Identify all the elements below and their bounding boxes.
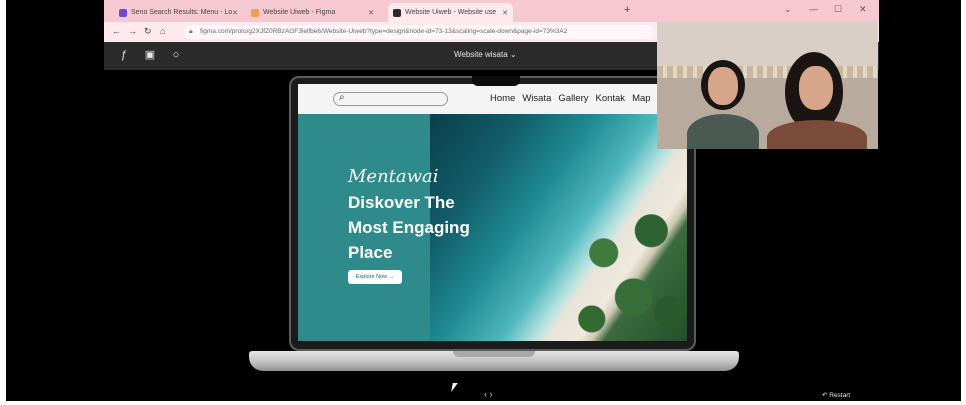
figma-favicon-icon	[251, 8, 259, 17]
tab-1[interactable]: Seno Search Results: Menu - Lo ✕	[114, 3, 239, 22]
home-icon[interactable]: ⌂	[160, 26, 165, 36]
headline-line: Most Engaging	[348, 218, 470, 237]
laptop-notch	[472, 76, 520, 86]
tab-2[interactable]: Website Uiweb - Figma ✕	[246, 3, 379, 22]
wall-decoration	[657, 66, 878, 78]
close-icon[interactable]: ✕	[232, 9, 238, 17]
minimize-icon[interactable]: —	[809, 4, 818, 14]
figma-logo-icon[interactable]: ƒ	[118, 49, 130, 61]
panel-toggle-icon[interactable]: ▣	[144, 49, 156, 61]
laptop-base-lip	[453, 351, 535, 357]
person-1-face	[708, 67, 738, 105]
maximize-icon[interactable]: ☐	[834, 4, 842, 15]
tab-label: Seno Search Results: Menu - Lo	[131, 9, 233, 16]
tab-label: Website Uiweb - Figma	[263, 9, 336, 16]
url-text: figma.com/proto/g2XJfZ0RBzAGF3lelfbe6/We…	[200, 28, 568, 35]
screen-share: Seno Search Results: Menu - Lo ✕ Website…	[6, 0, 961, 401]
script-title: Mentawai	[348, 166, 439, 187]
tab-label: Website Uiweb - Website use	[405, 9, 497, 16]
mouse-cursor-icon	[451, 383, 458, 392]
website-preview: ⌕ Home Wisata Gallery Kontak Map Mentawa…	[298, 84, 687, 341]
close-window-icon[interactable]: ✕	[859, 4, 867, 15]
prototype-pager[interactable]: ‹ ›	[484, 389, 493, 399]
address-bar[interactable]: 🔒︎ figma.com/proto/g2XJfZ0RBzAGF3lelfbe6…	[184, 25, 654, 39]
comment-icon[interactable]: ○	[170, 49, 182, 61]
nav-link-gallery[interactable]: Gallery	[558, 93, 588, 104]
person-2-body	[767, 120, 867, 149]
search-favicon-icon	[119, 8, 127, 17]
new-tab-button[interactable]: +	[624, 4, 630, 16]
forward-icon[interactable]: →	[128, 26, 137, 36]
palm-trees-image	[568, 194, 687, 341]
nav-link-map[interactable]: Map	[632, 93, 650, 104]
tab-search-icon[interactable]: ⌄	[784, 4, 792, 15]
nav-link-kontak[interactable]: Kontak	[595, 93, 625, 104]
restart-button[interactable]: ↶ Restart	[822, 391, 850, 399]
lock-icon: 🔒︎	[189, 28, 193, 35]
back-icon[interactable]: ←	[112, 26, 121, 36]
nav-link-wisata[interactable]: Wisata	[522, 93, 551, 104]
reload-icon[interactable]: ↻	[144, 26, 152, 37]
site-navbar: ⌕ Home Wisata Gallery Kontak Map	[298, 84, 687, 114]
browser-tab-bar: Seno Search Results: Menu - Lo ✕ Website…	[104, 0, 879, 22]
nav-link-home[interactable]: Home	[490, 93, 515, 104]
close-icon[interactable]: ✕	[368, 9, 374, 17]
figma-favicon-icon	[393, 8, 401, 17]
headline-line: Diskover The	[348, 193, 455, 212]
person-1-body	[687, 114, 759, 149]
headline-line: Place	[348, 243, 393, 262]
person-2-face	[799, 66, 833, 110]
hero-headline: Diskover The Most Engaging Place	[348, 190, 498, 265]
explore-button[interactable]: Explore Now →	[348, 270, 402, 284]
close-icon[interactable]: ✕	[502, 9, 508, 17]
prototype-title[interactable]: Website wisata ⌄	[454, 50, 517, 59]
search-icon: ⌕	[339, 92, 345, 103]
site-search-input[interactable]: ⌕	[333, 92, 448, 106]
tab-3-active[interactable]: Website Uiweb - Website use ✕	[388, 3, 513, 22]
site-nav-links: Home Wisata Gallery Kontak Map	[490, 93, 651, 104]
webcam-video	[657, 22, 878, 149]
